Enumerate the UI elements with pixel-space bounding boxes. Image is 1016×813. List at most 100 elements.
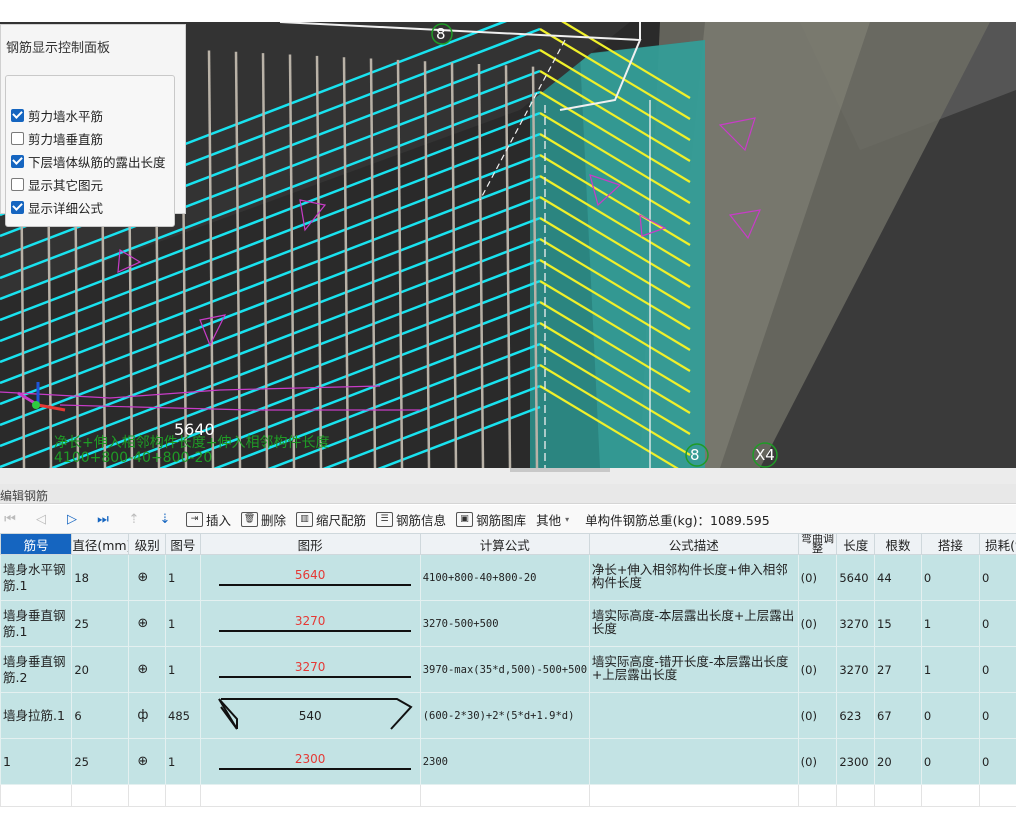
delete-button[interactable]: 🗑 删除 (241, 510, 286, 529)
cell-length[interactable]: 2300 (836, 738, 876, 785)
table-row[interactable]: 1 25 ⊕ 1 2300 2300 (0) 2300 20 0 0 (0, 738, 1016, 785)
table-row[interactable]: 墙身垂直钢筋.1 25 ⊕ 1 3270 3270-500+500 墙实际高度-本层露出长度… (0, 600, 1016, 647)
cell-figure-no[interactable]: 1 (165, 646, 201, 693)
rebar-info-button[interactable]: ☰ 钢筋信息 (376, 510, 446, 529)
cell-bend-adjust[interactable]: (0) (797, 600, 838, 647)
cell-diameter[interactable]: 18 (71, 554, 130, 601)
cell-count[interactable]: 44 (874, 554, 922, 601)
option-show-detailed-formula[interactable]: 显示详细公式 (11, 198, 103, 216)
cell-bend-adjust[interactable]: (0) (797, 554, 838, 601)
empty-cell[interactable] (588, 784, 799, 807)
cell-diameter[interactable]: 25 (71, 600, 130, 647)
other-dropdown[interactable]: 其他 ▾ (536, 510, 569, 529)
table-row[interactable]: 墙身拉筋.1 6 ф 485 540 (600-2*30)+2*(5*d+1.9*d) (0… (0, 692, 1016, 739)
cell-formula[interactable]: 3970-max(35*d,500)-500+500 (419, 646, 590, 693)
cell-description[interactable]: 净长+伸入相邻构件长度+伸入相邻构件长度 (588, 554, 799, 601)
col-header-diameter[interactable]: 直径(mm) (71, 533, 130, 555)
option-show-other-elements[interactable]: 显示其它图元 (11, 175, 103, 193)
previous-record-icon[interactable]: ◁ (31, 509, 51, 529)
cell-formula[interactable]: 3270-500+500 (419, 600, 590, 647)
cell-bend-adjust[interactable]: (0) (797, 646, 838, 693)
cell-description[interactable] (588, 692, 799, 739)
cell-loss[interactable]: 0 (978, 692, 1016, 739)
empty-table-row[interactable] (0, 784, 1016, 807)
cell-loss[interactable]: 0 (978, 738, 1016, 785)
col-header-grade[interactable]: 级别 (128, 533, 167, 555)
cell-bar-no[interactable]: 墙身垂直钢筋.2 (0, 646, 73, 693)
cell-shape[interactable]: 2300 (199, 738, 421, 785)
cell-diameter[interactable]: 20 (71, 646, 130, 693)
move-down-icon[interactable]: ⇣ (155, 509, 175, 529)
cell-diameter[interactable]: 25 (71, 738, 130, 785)
empty-cell[interactable] (920, 784, 980, 807)
checkbox-wall-vertical-rebar[interactable] (11, 131, 24, 145)
cell-count[interactable]: 15 (874, 600, 922, 647)
cell-shape[interactable]: 5640 (199, 554, 421, 601)
insert-button[interactable]: ⇥ 插入 (186, 510, 231, 529)
checkbox-wall-horizontal-rebar[interactable] (11, 108, 24, 122)
checkbox-show-other-elements[interactable] (11, 177, 24, 191)
cell-description[interactable]: 墙实际高度-本层露出长度+上层露出长度 (588, 600, 799, 647)
next-record-icon[interactable]: ▷ (62, 509, 82, 529)
cell-length[interactable]: 623 (836, 692, 876, 739)
option-wall-horizontal-rebar[interactable]: 剪力墙水平筋 (11, 106, 103, 124)
cell-lap[interactable]: 0 (920, 692, 980, 739)
cell-count[interactable]: 67 (874, 692, 922, 739)
empty-cell[interactable] (419, 784, 590, 807)
empty-cell[interactable] (978, 784, 1016, 807)
cell-bar-no[interactable]: 墙身垂直钢筋.1 (0, 600, 73, 647)
cell-grade[interactable]: ⊕ (128, 646, 167, 693)
first-record-icon[interactable]: ⏮ (0, 509, 20, 529)
empty-cell[interactable] (165, 784, 201, 807)
checkbox-show-detailed-formula[interactable] (11, 200, 24, 214)
cell-loss[interactable]: 0 (978, 646, 1016, 693)
cell-formula[interactable]: (600-2*30)+2*(5*d+1.9*d) (419, 692, 590, 739)
cell-diameter[interactable]: 6 (71, 692, 130, 739)
cell-shape[interactable]: 540 (199, 692, 421, 739)
empty-cell[interactable] (836, 784, 876, 807)
cell-grade[interactable]: ⊕ (128, 738, 167, 785)
cell-lap[interactable]: 0 (920, 554, 980, 601)
cell-formula[interactable]: 2300 (419, 738, 590, 785)
cell-length[interactable]: 3270 (836, 600, 876, 647)
empty-cell[interactable] (199, 784, 421, 807)
cell-bend-adjust[interactable]: (0) (797, 692, 838, 739)
cell-figure-no[interactable]: 485 (165, 692, 201, 739)
col-header-loss[interactable]: 损耗(% (978, 533, 1016, 555)
cell-bar-no[interactable]: 墙身水平钢筋.1 (0, 554, 73, 601)
cell-formula[interactable]: 4100+800-40+800-20 (419, 554, 590, 601)
col-header-figure-no[interactable]: 图号 (165, 533, 201, 555)
empty-cell[interactable] (0, 784, 73, 807)
scale-rebar-button[interactable]: ▥ 缩尺配筋 (296, 510, 366, 529)
cell-figure-no[interactable]: 1 (165, 738, 201, 785)
checkbox-lower-wall-exposed-length[interactable] (11, 154, 24, 168)
rebar-3d-viewport[interactable]: 8 8 X4 5640 净长+伸入相邻构件长度+伸入相邻构件长度 4100+80… (0, 0, 1016, 468)
cell-lap[interactable]: 1 (920, 600, 980, 647)
col-header-count[interactable]: 根数 (874, 533, 922, 555)
option-wall-vertical-rebar[interactable]: 剪力墙垂直筋 (11, 129, 103, 147)
cell-lap[interactable]: 1 (920, 646, 980, 693)
cell-length[interactable]: 5640 (836, 554, 876, 601)
cell-figure-no[interactable]: 1 (165, 600, 201, 647)
cell-shape[interactable]: 3270 (199, 600, 421, 647)
move-up-icon[interactable]: ⇡ (124, 509, 144, 529)
cell-bar-no[interactable]: 1 (0, 738, 73, 785)
last-record-icon[interactable]: ⏭ (93, 509, 113, 529)
col-header-lap[interactable]: 搭接 (920, 533, 980, 555)
cell-lap[interactable]: 0 (920, 738, 980, 785)
cell-length[interactable]: 3270 (836, 646, 876, 693)
col-header-length[interactable]: 长度 (836, 533, 876, 555)
cell-grade[interactable]: ⊕ (128, 600, 167, 647)
col-header-shape[interactable]: 图形 (199, 533, 421, 555)
cell-loss[interactable]: 0 (978, 554, 1016, 601)
empty-cell[interactable] (874, 784, 922, 807)
cell-bend-adjust[interactable]: (0) (797, 738, 838, 785)
rebar-library-button[interactable]: ▣ 钢筋图库 (456, 510, 526, 529)
cell-description[interactable]: 墙实际高度-错开长度-本层露出长度+上层露出长度 (588, 646, 799, 693)
cell-figure-no[interactable]: 1 (165, 554, 201, 601)
option-lower-wall-exposed-length[interactable]: 下层墙体纵筋的露出长度 (11, 152, 166, 170)
cell-bar-no[interactable]: 墙身拉筋.1 (0, 692, 73, 739)
empty-cell[interactable] (71, 784, 130, 807)
cell-description[interactable] (588, 738, 799, 785)
panel-splitter[interactable] (0, 468, 1016, 484)
